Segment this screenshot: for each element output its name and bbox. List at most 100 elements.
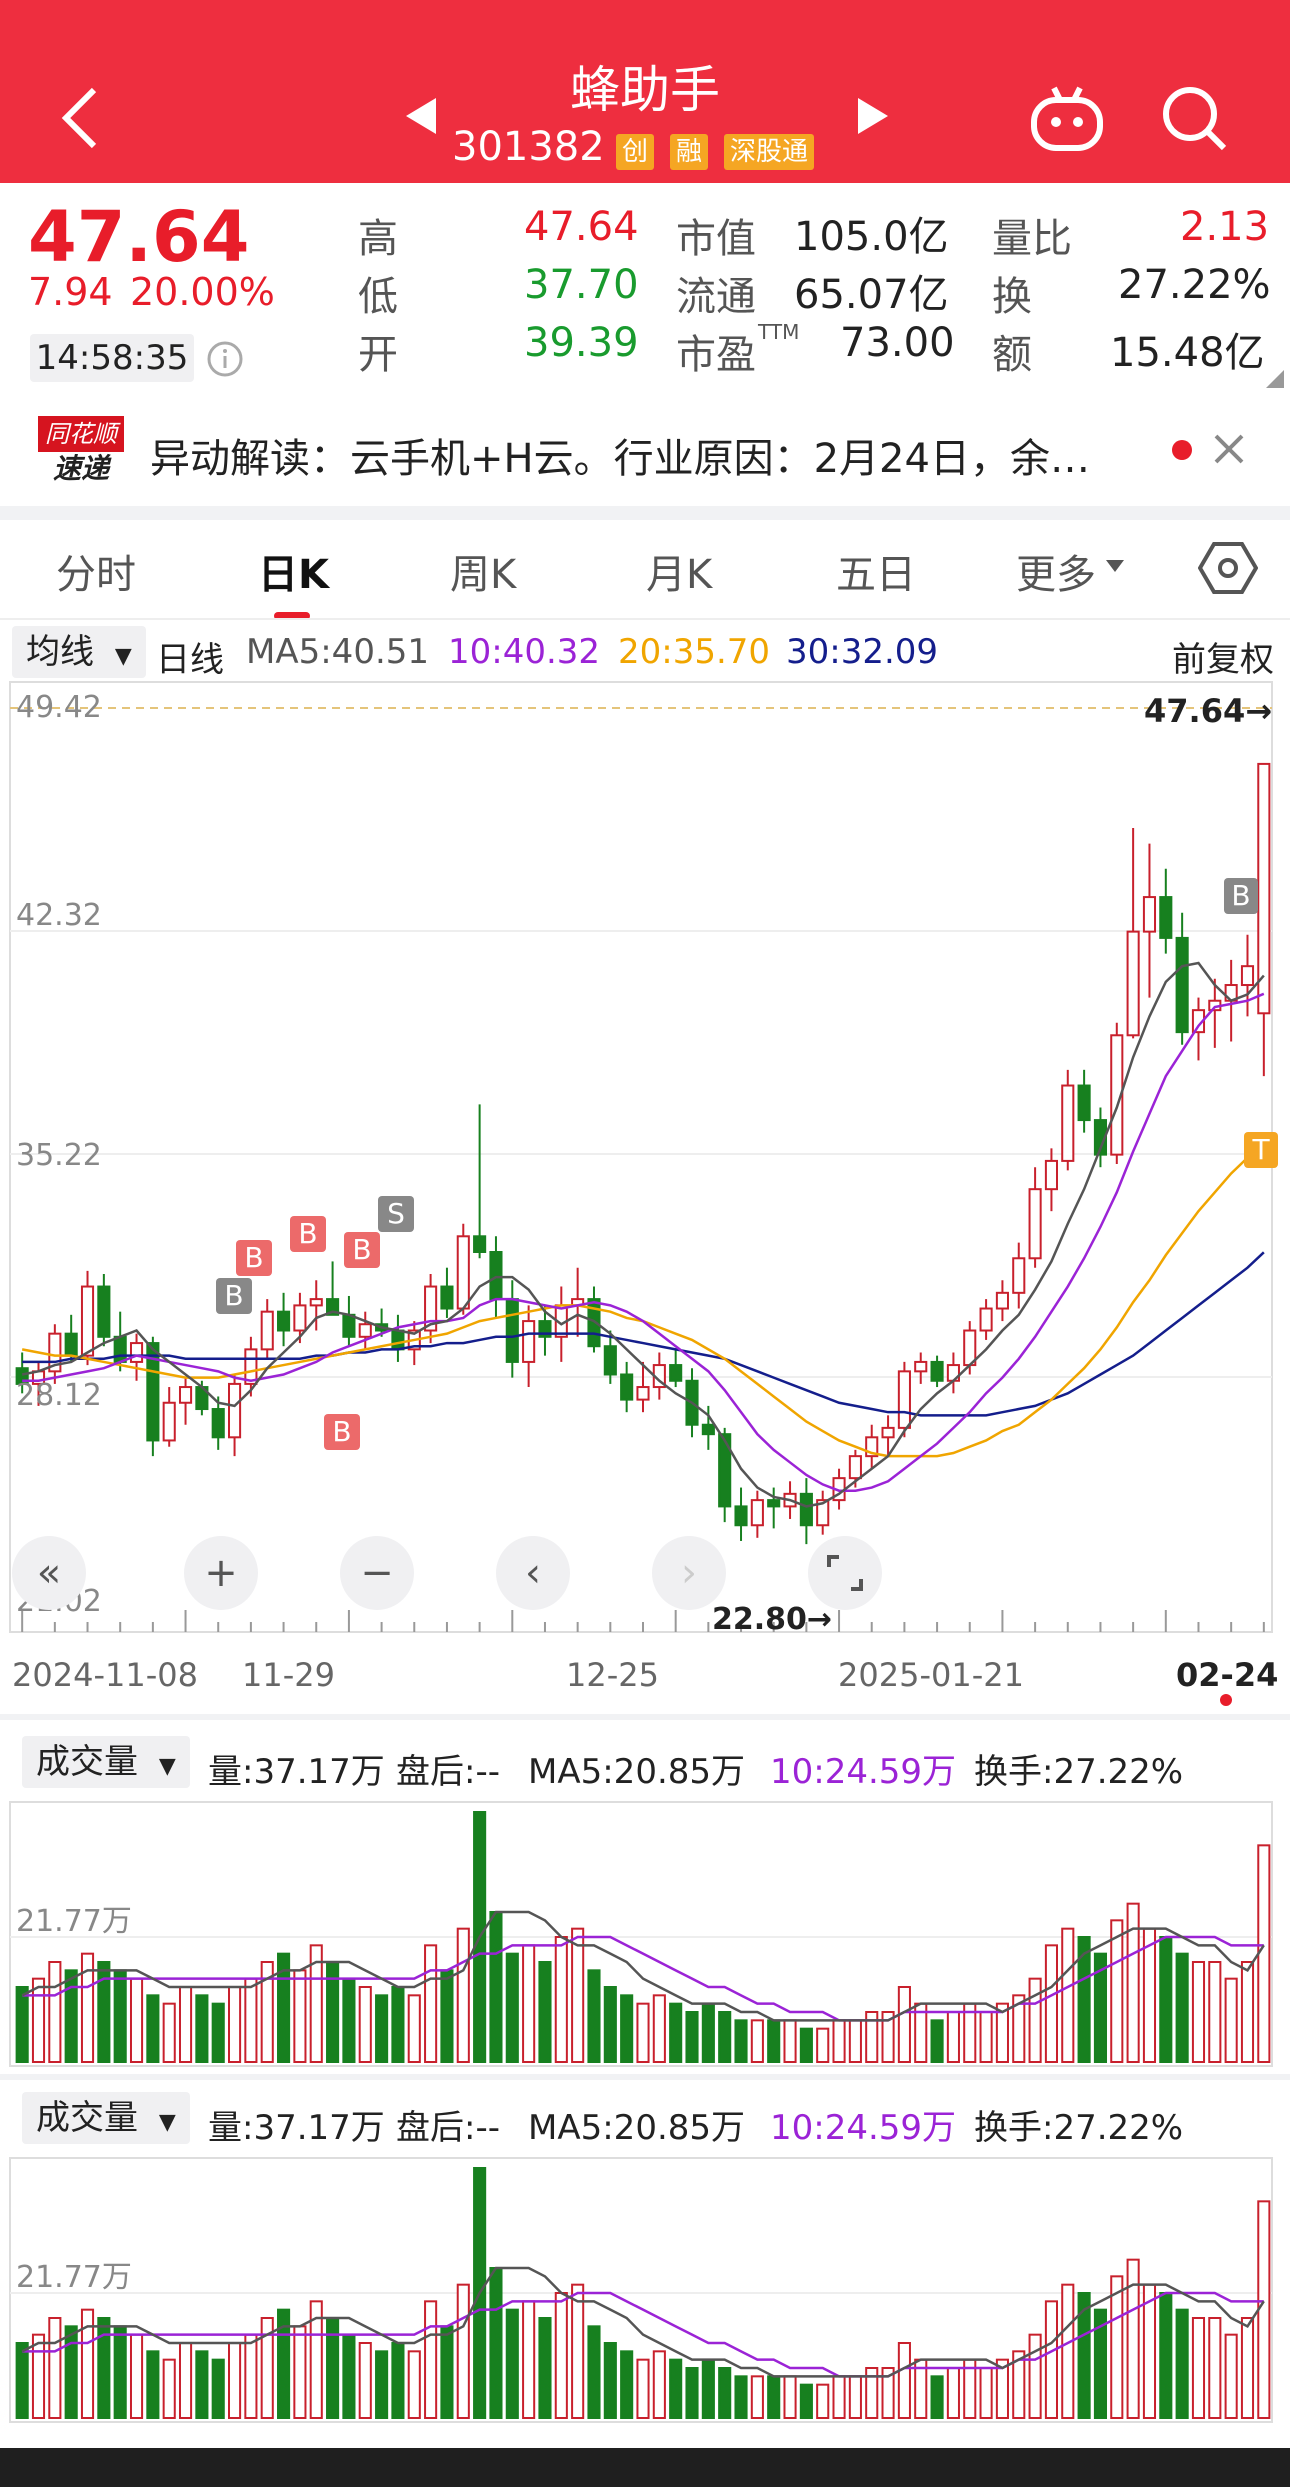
volume-bar bbox=[326, 1961, 340, 2063]
tab-intraday[interactable]: 分时 bbox=[56, 542, 136, 600]
candle-body bbox=[162, 1401, 176, 1442]
prev-icon[interactable] bbox=[404, 96, 438, 136]
signal-b-1[interactable]: B bbox=[216, 1278, 252, 1314]
volume-bar bbox=[669, 2002, 683, 2064]
volume-bar bbox=[195, 1994, 209, 2063]
pe-label: 市盈 bbox=[676, 332, 756, 378]
candle-body bbox=[391, 1329, 405, 1351]
ma-dropdown[interactable]: 均线 ▼ bbox=[12, 626, 146, 678]
signal-b-2[interactable]: B bbox=[236, 1240, 272, 1276]
amount-value: 15.48亿 bbox=[1110, 330, 1265, 376]
vol-value: 量:37.17万 bbox=[208, 1752, 385, 1792]
signal-b-3[interactable]: B bbox=[290, 1216, 326, 1252]
volume-bar bbox=[701, 2002, 715, 2064]
tab-daily-k[interactable]: 日K bbox=[258, 542, 329, 600]
signal-b-5[interactable]: B bbox=[324, 1414, 360, 1450]
zoom-in-button[interactable]: + bbox=[184, 1536, 258, 1610]
volume-bar bbox=[162, 2002, 176, 2064]
candle-body bbox=[1077, 1084, 1091, 1122]
mktcap-label: 市值 bbox=[676, 216, 756, 262]
volume-bar bbox=[1208, 2317, 1222, 2419]
mktcap-value: 105.0亿 bbox=[794, 214, 949, 260]
volume-bar bbox=[489, 1911, 503, 2063]
zoom-out-button[interactable]: − bbox=[340, 1536, 414, 1610]
date-label-3: 12-25 bbox=[566, 1656, 659, 1694]
low-price-marker: 22.80→ bbox=[712, 1602, 833, 1637]
volume-bar bbox=[832, 2019, 846, 2063]
volume-bar bbox=[522, 2300, 536, 2419]
settings-hex-icon[interactable] bbox=[1198, 538, 1258, 598]
tab-weekly-k[interactable]: 周K bbox=[450, 542, 516, 600]
volume-bar bbox=[816, 2383, 830, 2420]
amount-label: 额 bbox=[992, 332, 1032, 378]
open-label: 开 bbox=[358, 332, 398, 378]
volume-bar bbox=[1159, 1936, 1173, 2063]
tab-monthly-k[interactable]: 月K bbox=[646, 542, 712, 600]
info-icon[interactable] bbox=[206, 340, 244, 378]
candle-body bbox=[1240, 965, 1255, 987]
volume-bar bbox=[1224, 2333, 1238, 2420]
ma10-line bbox=[22, 992, 1265, 1492]
tab-five-day[interactable]: 五日 bbox=[836, 542, 916, 600]
volume-bar bbox=[1240, 1961, 1255, 2063]
volume-bar bbox=[930, 2019, 944, 2063]
tab-more[interactable]: 更多 bbox=[1016, 542, 1096, 600]
volume-dropdown-2[interactable]: 成交量 ▼ bbox=[22, 2092, 190, 2144]
turnover-label: 换 bbox=[992, 274, 1032, 320]
ma5-value: MA5:40.51 bbox=[246, 632, 430, 672]
volume-bar bbox=[636, 2358, 650, 2420]
candle-body bbox=[930, 1360, 944, 1382]
volume-bar bbox=[1257, 2200, 1271, 2420]
candle-body bbox=[64, 1332, 78, 1357]
scroll-left-button[interactable]: ‹ bbox=[496, 1536, 570, 1610]
vol-value: 量:37.17万 bbox=[208, 2108, 385, 2148]
candle-body bbox=[358, 1323, 372, 1338]
scroll-right-button[interactable]: › bbox=[652, 1536, 726, 1610]
volume-bar bbox=[1061, 1927, 1075, 2063]
volume-bar bbox=[1110, 1919, 1124, 2064]
volume-bar bbox=[930, 2375, 944, 2419]
y-label-4: 28.12 bbox=[16, 1378, 102, 1413]
close-icon[interactable] bbox=[1212, 432, 1246, 466]
signal-b-4[interactable]: B bbox=[344, 1232, 380, 1268]
volume-dropdown-1[interactable]: 成交量 ▼ bbox=[22, 1736, 190, 1788]
volume-chart-2[interactable] bbox=[0, 2156, 1290, 2426]
volume-bar bbox=[178, 1986, 193, 2063]
caret-down-icon: ▼ bbox=[158, 2110, 176, 2135]
volume-dropdown-label: 成交量 bbox=[36, 1742, 138, 1782]
volume-dropdown-label: 成交量 bbox=[36, 2098, 138, 2138]
fullscreen-button[interactable] bbox=[808, 1536, 882, 1610]
ma-dropdown-label: 均线 bbox=[26, 632, 94, 672]
volume-chart-1[interactable] bbox=[0, 1800, 1290, 2070]
volume-bar bbox=[293, 2325, 307, 2419]
expand-corner-icon[interactable] bbox=[1266, 370, 1284, 388]
volume-bar bbox=[1191, 1961, 1206, 2063]
volume-bar bbox=[783, 2019, 797, 2063]
volume-bar bbox=[652, 1994, 666, 2063]
candle-body bbox=[620, 1373, 634, 1401]
price-change-pct: 20.00% bbox=[130, 270, 275, 314]
next-icon[interactable] bbox=[856, 96, 890, 136]
volume-bar bbox=[816, 2027, 830, 2064]
candle-body bbox=[473, 1235, 487, 1253]
volume-bar bbox=[407, 2350, 421, 2419]
signal-s[interactable]: S bbox=[378, 1196, 414, 1232]
signal-b-6[interactable]: B bbox=[1224, 878, 1258, 914]
scroll-left-fast-button[interactable]: « bbox=[12, 1536, 86, 1610]
volume-bar bbox=[162, 2358, 176, 2420]
news-banner[interactable]: 同花顺 速递 异动解读：云手机+H云。行业原因：2月24日，余… bbox=[0, 392, 1290, 510]
volume-bar bbox=[979, 2011, 993, 2063]
volume-bar bbox=[424, 2300, 438, 2419]
robot-icon[interactable] bbox=[1028, 84, 1106, 154]
volume-bar bbox=[342, 2333, 356, 2420]
turnover-value: 27.22% bbox=[1118, 262, 1271, 308]
search-icon[interactable] bbox=[1160, 84, 1230, 154]
signal-t[interactable]: T bbox=[1244, 1132, 1278, 1168]
volume-bar bbox=[946, 2367, 960, 2419]
candle-body bbox=[260, 1310, 274, 1351]
volume-bar bbox=[1110, 2275, 1124, 2420]
kline-chart[interactable] bbox=[0, 680, 1290, 1640]
volume-bar bbox=[244, 1977, 258, 2064]
candle-body bbox=[1012, 1257, 1026, 1294]
adjust-mode[interactable]: 前复权 bbox=[1172, 632, 1274, 681]
